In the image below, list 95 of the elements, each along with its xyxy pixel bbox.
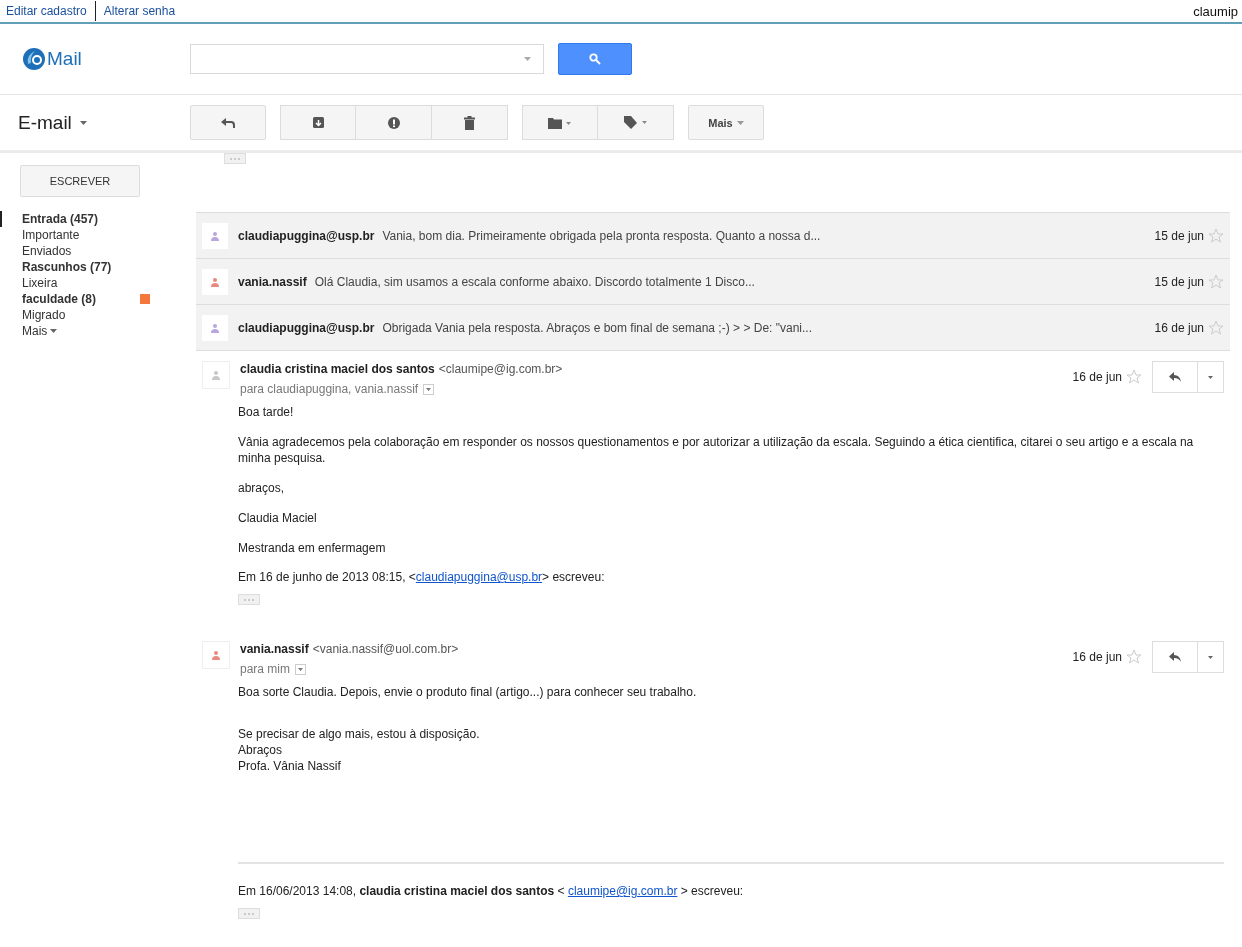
caret-icon	[426, 387, 432, 391]
folder-icon	[548, 116, 572, 129]
body-text: abraços,	[238, 480, 286, 496]
quote-header: Em 16/06/2013 14:08, claudia cristina maciel dos santos < claumipe@ig.com.br > escreveu:	[238, 862, 1224, 898]
reply-icon	[1169, 652, 1181, 662]
app-switcher[interactable]: E-mail	[0, 111, 190, 134]
caret-icon	[1208, 375, 1213, 379]
show-trimmed-button[interactable]	[238, 594, 260, 605]
exclamation-icon	[387, 116, 400, 129]
caret-icon	[1208, 655, 1213, 659]
compose-button[interactable]: ESCREVER	[20, 165, 140, 197]
recipients: para mim	[240, 662, 290, 676]
body-text: Profa. Vânia Nassif	[238, 758, 342, 774]
sender-name: claudiapuggina@usp.br	[238, 228, 375, 243]
reply-button[interactable]	[1152, 361, 1198, 393]
ellipsis-icon	[244, 598, 254, 601]
more-button[interactable]: Mais	[688, 105, 764, 140]
reply-button[interactable]	[1152, 641, 1198, 673]
email-link[interactable]: claudiapuggina@usp.br	[415, 570, 543, 584]
archive-button[interactable]	[280, 105, 356, 140]
logo[interactable]: Mail	[0, 47, 190, 71]
spam-button[interactable]	[356, 105, 432, 140]
delete-button[interactable]	[432, 105, 508, 140]
show-more-button[interactable]	[224, 153, 246, 164]
avatar-icon	[202, 268, 228, 295]
caret-icon	[524, 57, 531, 61]
sender-name: vania.nassif	[238, 274, 307, 289]
body-text: Boa tarde!	[238, 404, 295, 420]
message-date: 16 de jun	[1154, 320, 1204, 335]
folder-link[interactable]: faculdade (8)	[22, 292, 96, 306]
sender-name: claudia cristina maciel dos santos	[240, 361, 435, 377]
body-text: Boa sorte Claudia. Depois, envie o produto final (artigo...) para conhecer seu trabalho.	[238, 684, 698, 700]
star-icon[interactable]	[1208, 273, 1224, 290]
label-button[interactable]	[598, 105, 674, 140]
collapsed-message[interactable]: claudiapuggina@usp.br Vania, bom dia. Primeiramente obrigada pela pronta resposta. Quanto a nossa d... 15 de jun	[196, 213, 1230, 259]
caret-icon	[50, 329, 58, 333]
body-text: Abraços	[238, 742, 284, 758]
sender-name: claudiapuggina@usp.br	[238, 320, 375, 335]
move-to-folder-button[interactable]	[522, 105, 598, 140]
message-snippet: Obrigada Vania pela resposta. Abraços e bom final de semana ;-) > > De: "vani...	[382, 320, 813, 335]
logo-icon	[22, 47, 46, 71]
ellipsis-icon	[244, 912, 254, 915]
message-date: 16 de jun	[1072, 370, 1122, 384]
recipients: para claudiapuggina, vania.nassif	[240, 382, 419, 396]
body-text: Se precisar de algo mais, estou à disposição.	[238, 726, 481, 742]
collapsed-message[interactable]: vania.nassif Olá Claudia, sim usamos a escala conforme abaixo. Discordo totalmente 1 Disco... 15 de jun	[196, 259, 1230, 305]
caret-icon	[79, 120, 87, 125]
archive-icon	[312, 117, 324, 128]
more-options-button[interactable]	[1198, 641, 1224, 673]
header-link[interactable]: Alterar senha	[103, 4, 184, 18]
caret-icon	[736, 120, 744, 125]
message-snippet: Olá Claudia, sim usamos a escala conforme abaixo. Discordo totalmente 1 Disco...	[314, 274, 756, 289]
reply-icon	[1169, 372, 1181, 382]
quote-header: Em 16 de junho de 2013 08:15, <claudiapuggina@usp.br> escreveu:	[238, 570, 606, 584]
collapsed-message[interactable]: claudiapuggina@usp.br Obrigada Vania pela resposta. Abraços e bom final de semana ;-) > > De: "vani... 16 de jun	[196, 305, 1230, 351]
folder-link[interactable]: Mais	[22, 324, 58, 338]
star-icon[interactable]	[1208, 319, 1224, 336]
trash-icon	[464, 115, 475, 130]
ellipsis-icon	[230, 157, 240, 160]
details-toggle[interactable]	[295, 663, 306, 675]
sender-email: <claumipe@ig.com.br>	[438, 361, 563, 377]
email-link[interactable]: claumipe@ig.com.br	[567, 884, 678, 898]
message-date: 16 de jun	[1072, 650, 1122, 664]
avatar-icon	[202, 361, 230, 389]
message-date: 15 de jun	[1154, 228, 1204, 243]
star-icon[interactable]	[1208, 227, 1224, 244]
user-name[interactable]: claumip	[1193, 3, 1238, 19]
message-snippet: Vania, bom dia. Primeiramente obrigada pela pronta resposta. Quanto a nossa d...	[382, 228, 822, 243]
sender-name: vania.nassif	[240, 641, 309, 657]
folder-link[interactable]: Lixeira	[22, 276, 58, 290]
details-toggle[interactable]	[423, 383, 435, 395]
message-date: 15 de jun	[1154, 274, 1204, 289]
more-options-button[interactable]	[1198, 361, 1224, 393]
folder-link[interactable]: Migrado	[22, 308, 66, 322]
folder-link[interactable]: Rascunhos (77)	[22, 260, 112, 274]
body-text: Claudia Maciel	[238, 510, 318, 526]
reply-icon	[221, 117, 235, 128]
avatar-icon	[202, 641, 230, 669]
search-field[interactable]	[190, 44, 544, 74]
avatar-icon	[202, 222, 228, 249]
header-link[interactable]: Editar cadastro	[6, 4, 95, 18]
folder-link[interactable]: Enviados	[22, 244, 72, 258]
caret-icon	[298, 667, 303, 671]
folder-link[interactable]: Entrada (457)	[22, 212, 99, 226]
folder-link[interactable]: Importante	[22, 228, 80, 242]
body-text: Mestranda em enfermagem	[238, 540, 387, 556]
avatar-icon	[202, 314, 228, 341]
star-icon[interactable]	[1126, 369, 1142, 385]
show-trimmed-button[interactable]	[238, 908, 260, 919]
search-button[interactable]	[558, 43, 632, 75]
sender-email: <vania.nassif@uol.com.br>	[312, 641, 459, 657]
star-icon[interactable]	[1126, 649, 1142, 665]
tag-icon	[623, 115, 648, 130]
search-icon	[589, 53, 601, 65]
body-text: Vânia agradecemos pela colaboração em responder os nossos questionamentos e por autorizar a utilização da escala. Seguindo a ética cientifica, citarei o seu artigo e a escala na minha pesquisa.	[238, 434, 1195, 466]
